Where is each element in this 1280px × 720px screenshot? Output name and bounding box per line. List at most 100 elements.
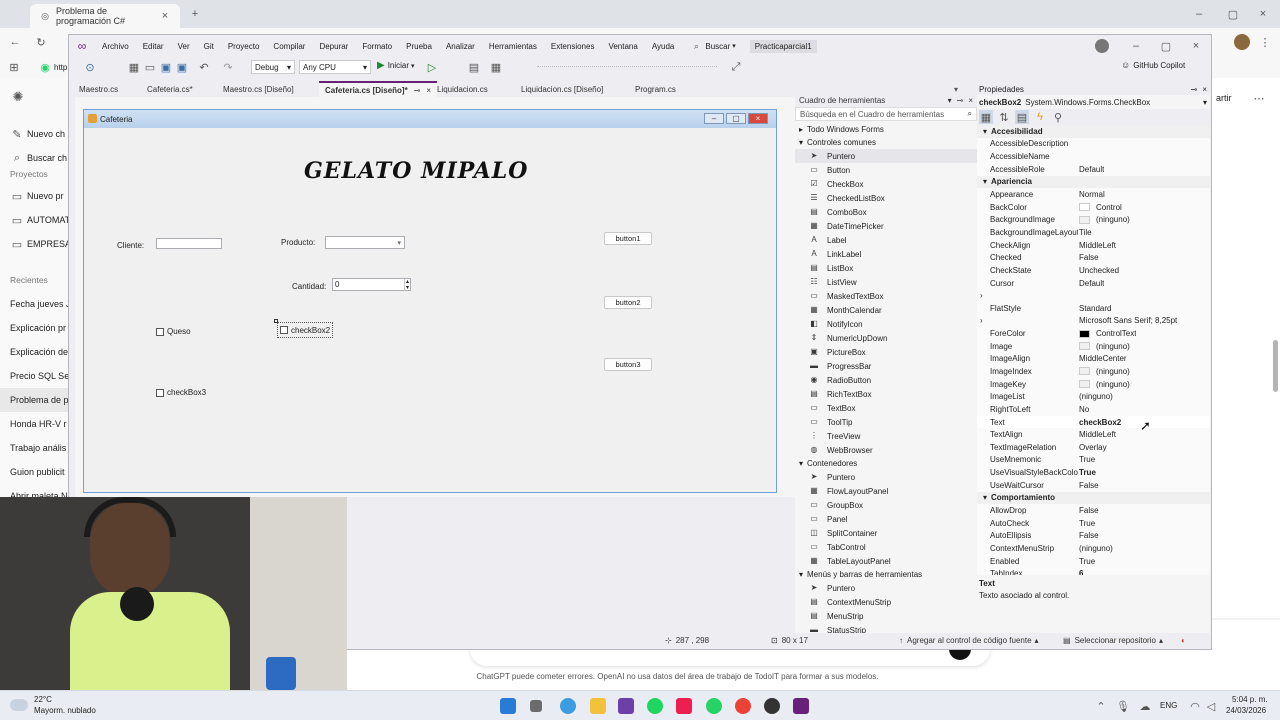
property-row[interactable]: RightToLeft No	[977, 403, 1210, 416]
tool-maskedtextbox[interactable]: ▭ MaskedTextBox	[795, 289, 977, 303]
tool-radiobutton[interactable]: ◉ RadioButton	[795, 373, 977, 387]
tool-button[interactable]: ▭ Button	[795, 163, 977, 177]
browser-tab[interactable]: ◎ Problema de programación C# ×	[30, 4, 180, 28]
property-row[interactable]: ForeColor ControlText	[977, 327, 1210, 340]
menu-editar[interactable]: Editar	[136, 42, 171, 51]
property-category[interactable]: ▾ Comportamiento	[977, 491, 1210, 505]
file-explorer-icon[interactable]	[590, 698, 606, 714]
property-row[interactable]: UseMnemonic True	[977, 454, 1210, 467]
property-row[interactable]: BackgroundImageLayout Tile	[977, 226, 1210, 239]
properties-icon[interactable]: ▤	[1015, 110, 1029, 124]
property-value[interactable]: True	[1078, 455, 1095, 464]
object-selector[interactable]: checkBox2 System.Windows.Forms.CheckBox …	[977, 95, 1210, 109]
notifications-icon[interactable]: ◐	[1181, 636, 1186, 645]
expand-icon[interactable]: ›	[980, 316, 983, 325]
doc-tab[interactable]: Program.cs	[629, 81, 682, 97]
property-row[interactable]: AutoCheck True	[977, 517, 1210, 530]
save-icon[interactable]: ▣	[159, 60, 173, 74]
project-item[interactable]: ▭ EMPRESA	[0, 232, 75, 256]
property-value[interactable]: True	[1078, 557, 1095, 566]
doc-tab[interactable]: Cafeteria.cs*	[141, 81, 199, 97]
tool-groupbox[interactable]: ▭ GroupBox	[795, 498, 977, 512]
open-icon[interactable]: ▭	[143, 60, 157, 74]
property-row[interactable]: Cursor Default	[977, 277, 1210, 290]
tool-tabcontrol[interactable]: ▭ TabControl	[795, 540, 977, 554]
property-row[interactable]: AccessibleRole Default	[977, 163, 1210, 176]
language-indicator[interactable]: ENG	[1160, 701, 1177, 710]
property-value[interactable]: (ninguno)	[1078, 367, 1130, 376]
checkbox2-selected[interactable]: checkBox2	[277, 322, 333, 338]
form-heading[interactable]: GELATO MIPALO	[304, 158, 528, 184]
pin-icon[interactable]: ⊸	[1191, 85, 1198, 94]
recent-chat-item[interactable]: Guion publicit	[0, 460, 75, 484]
chatgpt-logo-icon[interactable]: ✺	[11, 89, 25, 104]
property-row[interactable]: ImageKey (ninguno)	[977, 378, 1210, 391]
menu-formato[interactable]: Formato	[355, 42, 399, 51]
volume-icon[interactable]: ◁	[1204, 699, 1218, 713]
project-item[interactable]: ▭ Nuevo pr	[0, 184, 75, 208]
menu-ver[interactable]: Ver	[171, 42, 197, 51]
menu-git[interactable]: Git	[197, 42, 221, 51]
tiktok-icon[interactable]	[676, 698, 692, 714]
group-all-winforms[interactable]: ▸ Todo Windows Forms	[795, 123, 977, 136]
property-row[interactable]: Enabled True	[977, 555, 1210, 568]
button2[interactable]: button2	[604, 296, 652, 309]
producto-combobox[interactable]: ▾	[325, 236, 405, 249]
property-value[interactable]: (ninguno)	[1078, 380, 1130, 389]
doc-tab[interactable]: Liquidacion.cs [Diseño]	[515, 81, 609, 97]
property-row[interactable]: CheckAlign MiddleLeft	[977, 239, 1210, 252]
tool-puntero[interactable]: ➤ Puntero	[795, 581, 977, 595]
recent-chat-item[interactable]: Explicación de	[0, 340, 75, 364]
tab-order-icon[interactable]: ⤢	[729, 60, 743, 74]
tool-menustrip[interactable]: ▤ MenuStrip	[795, 609, 977, 623]
tool-listview[interactable]: ☷ ListView	[795, 275, 977, 289]
tool-numericupdown[interactable]: ⇕ NumericUpDown	[795, 331, 977, 345]
property-value[interactable]: False	[1078, 481, 1099, 490]
tool-puntero[interactable]: ➤ Puntero	[795, 149, 977, 163]
property-row[interactable]: ImageList (ninguno)	[977, 390, 1210, 403]
property-row[interactable]: ›	[977, 289, 1210, 302]
align-icon[interactable]: ▦	[489, 60, 503, 74]
pin-icon[interactable]: ⊸	[957, 96, 964, 105]
property-row[interactable]: TabIndex 6	[977, 567, 1210, 575]
property-value[interactable]: Microsoft Sans Serif; 8,25pt	[1078, 316, 1177, 325]
property-category[interactable]: ▾ Accesibilidad	[977, 125, 1210, 138]
menu-compilar[interactable]: Compilar	[266, 42, 312, 51]
property-row[interactable]: ImageAlign MiddleCenter	[977, 353, 1210, 366]
recent-chat-item[interactable]: Explicación pr	[0, 316, 75, 340]
property-value[interactable]: Control	[1078, 203, 1122, 212]
new-tab-button[interactable]: +	[188, 7, 202, 21]
wifi-icon[interactable]: ◠	[1188, 699, 1202, 713]
property-value[interactable]: (ninguno)	[1078, 544, 1113, 553]
tool-splitcontainer[interactable]: ◫ SplitContainer	[795, 526, 977, 540]
menu-depurar[interactable]: Depurar	[312, 42, 355, 51]
start-button[interactable]: ▶ Iniciar ▾	[377, 60, 415, 71]
menu-prueba[interactable]: Prueba	[399, 42, 439, 51]
property-pages-icon[interactable]: ⚲	[1051, 110, 1065, 124]
property-row[interactable]: UseVisualStyleBackColor True	[977, 466, 1210, 479]
property-row[interactable]: Appearance Normal	[977, 188, 1210, 201]
property-row[interactable]: AccessibleDescription	[977, 138, 1210, 151]
categorized-icon[interactable]: ▦	[979, 110, 993, 124]
pin-icon[interactable]: ⊸	[414, 86, 421, 95]
menu-extensiones[interactable]: Extensiones	[544, 42, 602, 51]
property-value[interactable]: (ninguno)	[1078, 215, 1130, 224]
undo-icon[interactable]: ↶	[197, 60, 211, 74]
close-tab-icon[interactable]: ×	[158, 9, 172, 23]
property-value[interactable]: False	[1078, 506, 1099, 515]
tool-treeview[interactable]: ⋮ TreeView	[795, 429, 977, 443]
property-row[interactable]: AccessibleName	[977, 150, 1210, 163]
tray-chevron-icon[interactable]: ⌃	[1094, 699, 1108, 713]
close-icon[interactable]: ×	[968, 96, 973, 105]
doc-tab-active[interactable]: Cafeteria.cs [Diseño]* ⊸ ×	[319, 81, 438, 97]
apps-icon[interactable]: ⊞	[7, 60, 21, 74]
designed-form[interactable]: Cafeteria – ▢ × GELATO MIPALO Cliente: P…	[83, 109, 777, 493]
redo-icon[interactable]: ↷	[221, 60, 235, 74]
property-row[interactable]: › Microsoft Sans Serif; 8,25pt	[977, 315, 1210, 328]
tool-tooltip[interactable]: ▭ ToolTip	[795, 415, 977, 429]
whatsapp-icon[interactable]	[706, 698, 722, 714]
microphone-icon[interactable]: 🎙	[1116, 699, 1130, 713]
property-row[interactable]: UseWaitCursor False	[977, 479, 1210, 492]
new-project-icon[interactable]: ▦	[127, 60, 141, 74]
property-value[interactable]: True	[1078, 519, 1095, 528]
